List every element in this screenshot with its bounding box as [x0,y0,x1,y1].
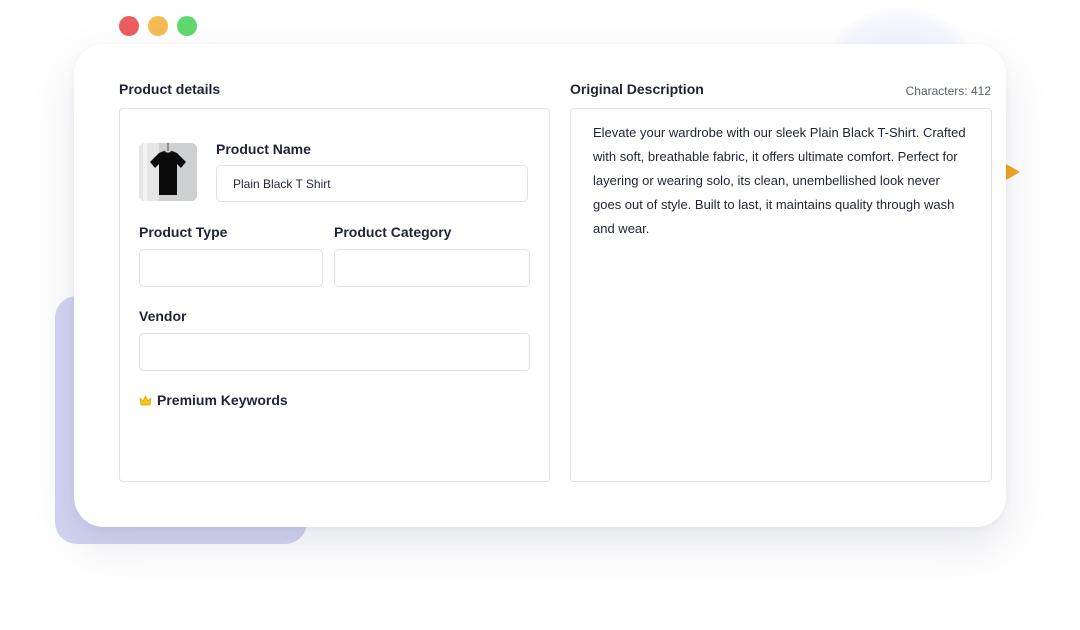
product-type-input[interactable] [139,249,323,287]
premium-keywords[interactable]: Premium Keywords [139,392,288,408]
main-card: Product details Original Description Cha… [74,44,1006,527]
product-thumbnail [139,143,197,201]
crown-icon [139,395,152,405]
product-type-label: Product Type [139,224,228,240]
tshirt-image-icon [139,143,197,201]
stage: Product details Original Description Cha… [0,0,1080,630]
maximize-window-dot[interactable] [177,16,197,36]
window-controls [119,16,197,36]
premium-keywords-label: Premium Keywords [157,392,288,408]
character-count: Characters: 412 [905,84,991,98]
product-name-input[interactable]: Plain Black T Shirt [216,165,528,202]
vendor-label: Vendor [139,308,187,324]
product-name-label: Product Name [216,141,311,157]
original-description-text: Elevate your wardrobe with our sleek Pla… [593,125,966,236]
close-window-dot[interactable] [119,16,139,36]
product-details-title: Product details [119,81,221,97]
vendor-input[interactable] [139,333,530,371]
play-triangle-icon [1006,164,1020,180]
minimize-window-dot[interactable] [148,16,168,36]
product-category-label: Product Category [334,224,452,240]
original-description-title: Original Description [570,81,704,97]
original-description-panel[interactable]: Elevate your wardrobe with our sleek Pla… [570,108,992,482]
product-details-panel: Product Name Plain Black T Shirt Product… [119,108,550,482]
product-category-input[interactable] [334,249,530,287]
